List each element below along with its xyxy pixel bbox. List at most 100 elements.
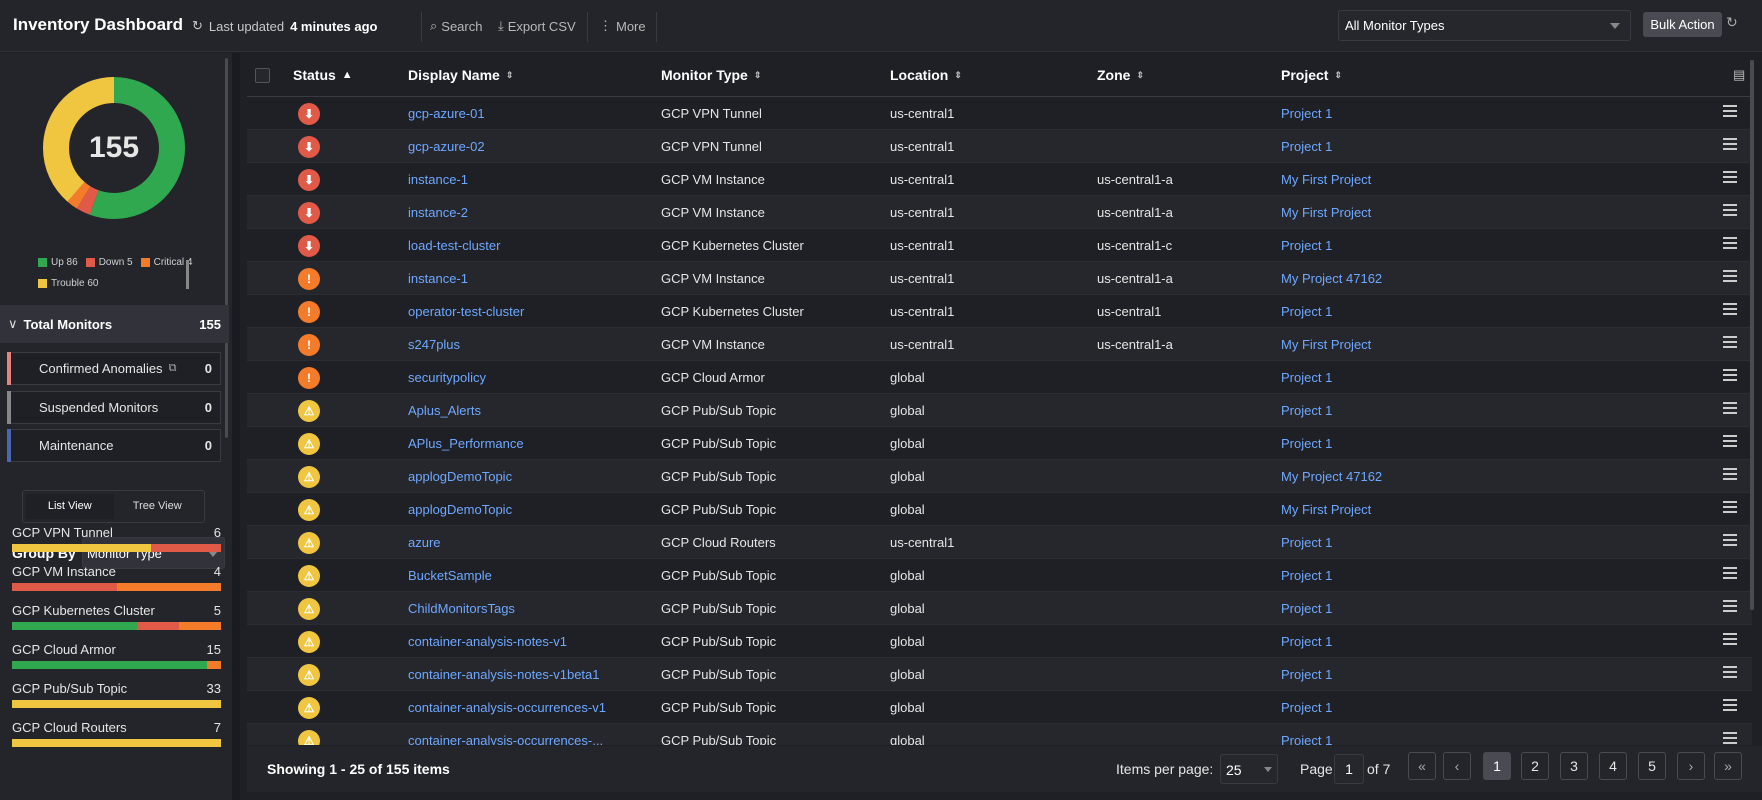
table-row[interactable]: ! s247plus GCP VM Instance us-central1 u…	[247, 328, 1752, 361]
table-row[interactable]: ⚠ azure GCP Cloud Routers us-central1 Pr…	[247, 526, 1752, 559]
display-name-link[interactable]: securitypolicy	[408, 370, 486, 385]
list-view-button[interactable]: List View	[26, 494, 114, 519]
page-button[interactable]: 1	[1483, 752, 1511, 780]
table-row[interactable]: ⚠ applogDemoTopic GCP Pub/Sub Topic glob…	[247, 493, 1752, 526]
table-row[interactable]: ⬇ load-test-cluster GCP Kubernetes Clust…	[247, 229, 1752, 262]
row-menu-icon[interactable]	[1723, 435, 1737, 449]
group-item[interactable]: GCP Cloud Routers 7	[12, 720, 221, 747]
table-row[interactable]: ⚠ container-analysis-notes-v1 GCP Pub/Su…	[247, 625, 1752, 658]
project-link[interactable]: My First Project	[1281, 205, 1371, 220]
legend-trouble[interactable]: Trouble 60	[38, 278, 98, 289]
monitor-type-select[interactable]: All Monitor Types	[1338, 10, 1631, 41]
row-menu-icon[interactable]	[1723, 600, 1737, 614]
row-menu-icon[interactable]	[1723, 699, 1737, 713]
project-link[interactable]: Project 1	[1281, 535, 1332, 550]
total-monitors-row[interactable]: ∨ Total Monitors 155	[0, 305, 229, 343]
display-name-link[interactable]: container-analysis-notes-v1	[408, 634, 567, 649]
project-link[interactable]: My First Project	[1281, 172, 1371, 187]
page-button[interactable]: 2	[1521, 752, 1549, 780]
sync-icon[interactable]: ↻	[1726, 14, 1738, 31]
table-scrollbar[interactable]	[1750, 60, 1754, 610]
bulk-action-button[interactable]: Bulk Action	[1643, 12, 1722, 37]
display-name-link[interactable]: applogDemoTopic	[408, 502, 512, 517]
row-menu-icon[interactable]	[1723, 138, 1737, 152]
project-link[interactable]: My Project 47162	[1281, 469, 1382, 484]
display-name-link[interactable]: instance-1	[408, 271, 468, 286]
project-link[interactable]: My First Project	[1281, 337, 1371, 352]
page-input[interactable]: 1	[1334, 754, 1364, 784]
row-menu-icon[interactable]	[1723, 204, 1737, 218]
legend-critical[interactable]: Critical 4	[140, 257, 193, 268]
project-link[interactable]: Project 1	[1281, 370, 1332, 385]
row-menu-icon[interactable]	[1723, 501, 1737, 515]
chevron-down-icon[interactable]: ∨	[8, 316, 18, 332]
row-menu-icon[interactable]	[1723, 666, 1737, 680]
table-row[interactable]: ⬇ gcp-azure-02 GCP VPN Tunnel us-central…	[247, 130, 1752, 163]
table-row[interactable]: ! operator-test-cluster GCP Kubernetes C…	[247, 295, 1752, 328]
maintenance-card[interactable]: Maintenance 0	[7, 429, 221, 462]
display-name-link[interactable]: operator-test-cluster	[408, 304, 524, 319]
row-menu-icon[interactable]	[1723, 534, 1737, 548]
display-name-link[interactable]: gcp-azure-02	[408, 139, 485, 154]
confirmed-anomalies-card[interactable]: Confirmed Anomalies ⧉ 0	[7, 352, 221, 385]
row-menu-icon[interactable]	[1723, 270, 1737, 284]
project-link[interactable]: Project 1	[1281, 238, 1332, 253]
column-zone[interactable]: Zone ⇕	[1097, 67, 1144, 83]
legend-up[interactable]: Up 86	[38, 257, 78, 268]
sidebar-divider[interactable]	[232, 53, 240, 800]
page-button[interactable]: 5	[1638, 752, 1666, 780]
table-row[interactable]: ⚠ Aplus_Alerts GCP Pub/Sub Topic global …	[247, 394, 1752, 427]
select-all-checkbox[interactable]	[255, 68, 270, 83]
tree-view-button[interactable]: Tree View	[114, 494, 202, 519]
legend-down[interactable]: Down 5	[85, 257, 133, 268]
display-name-link[interactable]: container-analysis-occurrences-...	[408, 733, 603, 745]
table-row[interactable]: ⬇ instance-1 GCP VM Instance us-central1…	[247, 163, 1752, 196]
row-menu-icon[interactable]	[1723, 732, 1737, 745]
display-name-link[interactable]: instance-1	[408, 172, 468, 187]
project-link[interactable]: Project 1	[1281, 634, 1332, 649]
prev-page-button[interactable]: ‹	[1443, 752, 1471, 780]
group-item[interactable]: GCP VM Instance 4	[12, 564, 221, 591]
display-name-link[interactable]: load-test-cluster	[408, 238, 500, 253]
display-name-link[interactable]: Aplus_Alerts	[408, 403, 481, 418]
next-page-button[interactable]: ›	[1677, 752, 1705, 780]
display-name-link[interactable]: gcp-azure-01	[408, 106, 485, 121]
row-menu-icon[interactable]	[1723, 171, 1737, 185]
suspended-monitors-card[interactable]: Suspended Monitors 0	[7, 391, 221, 424]
group-item[interactable]: GCP VPN Tunnel 6	[12, 525, 221, 552]
display-name-link[interactable]: container-analysis-occurrences-v1	[408, 700, 606, 715]
project-link[interactable]: Project 1	[1281, 304, 1332, 319]
display-name-link[interactable]: instance-2	[408, 205, 468, 220]
project-link[interactable]: Project 1	[1281, 106, 1332, 121]
table-row[interactable]: ⚠ container-analysis-occurrences-... GCP…	[247, 724, 1752, 745]
last-page-button[interactable]: »	[1714, 752, 1742, 780]
display-name-link[interactable]: ChildMonitorsTags	[408, 601, 515, 616]
table-row[interactable]: ⚠ applogDemoTopic GCP Pub/Sub Topic glob…	[247, 460, 1752, 493]
export-csv-button[interactable]: ⤓ Export CSV	[498, 18, 576, 34]
table-row[interactable]: ! instance-1 GCP VM Instance us-central1…	[247, 262, 1752, 295]
row-menu-icon[interactable]	[1723, 369, 1737, 383]
external-link-icon[interactable]: ⧉	[169, 362, 177, 375]
table-row[interactable]: ⚠ BucketSample GCP Pub/Sub Topic global …	[247, 559, 1752, 592]
row-menu-icon[interactable]	[1723, 336, 1737, 350]
column-settings-icon[interactable]: ▤	[1733, 67, 1745, 83]
refresh-icon[interactable]: ↻	[192, 18, 203, 34]
table-row[interactable]: ⚠ container-analysis-notes-v1beta1 GCP P…	[247, 658, 1752, 691]
project-link[interactable]: Project 1	[1281, 700, 1332, 715]
display-name-link[interactable]: BucketSample	[408, 568, 492, 583]
table-row[interactable]: ⬇ instance-2 GCP VM Instance us-central1…	[247, 196, 1752, 229]
table-row[interactable]: ! securitypolicy GCP Cloud Armor global …	[247, 361, 1752, 394]
row-menu-icon[interactable]	[1723, 468, 1737, 482]
row-menu-icon[interactable]	[1723, 303, 1737, 317]
project-link[interactable]: Project 1	[1281, 403, 1332, 418]
page-button[interactable]: 4	[1599, 752, 1627, 780]
table-row[interactable]: ⚠ APlus_Performance GCP Pub/Sub Topic gl…	[247, 427, 1752, 460]
display-name-link[interactable]: APlus_Performance	[408, 436, 524, 451]
table-row[interactable]: ⚠ ChildMonitorsTags GCP Pub/Sub Topic gl…	[247, 592, 1752, 625]
project-link[interactable]: Project 1	[1281, 733, 1332, 745]
project-link[interactable]: Project 1	[1281, 568, 1332, 583]
display-name-link[interactable]: azure	[408, 535, 441, 550]
display-name-link[interactable]: applogDemoTopic	[408, 469, 512, 484]
items-per-page-select[interactable]: 25	[1220, 754, 1278, 784]
row-menu-icon[interactable]	[1723, 633, 1737, 647]
